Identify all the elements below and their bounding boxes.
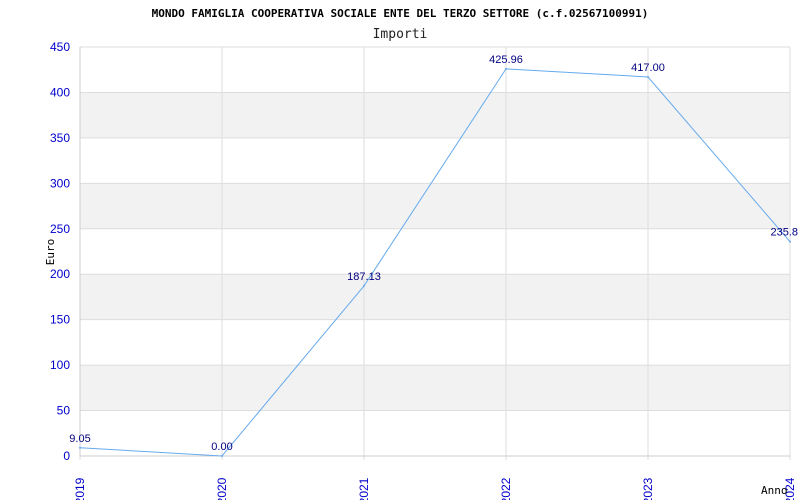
data-label: 0.00 <box>211 441 232 453</box>
grid-band <box>80 183 790 229</box>
x-axis-ticks: 2019 2020 2021 2022 2023 2024 <box>73 477 797 500</box>
chart-title: MONDO FAMIGLIA COOPERATIVA SOCIALE ENTE … <box>152 7 649 20</box>
data-label: 187.13 <box>347 271 381 283</box>
y-tick-label: 0 <box>63 449 70 463</box>
x-tick-label: 2021 <box>357 477 371 500</box>
data-point <box>363 284 365 287</box>
x-axis-label: Anno <box>761 484 788 497</box>
x-tick-label: 2020 <box>215 477 229 500</box>
x-tick-label: 2019 <box>73 477 87 500</box>
line-chart: MONDO FAMIGLIA COOPERATIVA SOCIALE ENTE … <box>44 7 798 500</box>
data-point <box>79 446 81 449</box>
y-tick-label: 400 <box>50 85 70 99</box>
data-label: 235.8 <box>770 227 798 239</box>
grid-band <box>80 365 790 411</box>
data-point <box>789 240 791 243</box>
grid-bands <box>80 92 790 411</box>
data-point <box>221 455 223 457</box>
y-tick-label: 100 <box>50 358 70 372</box>
y-tick-label: 350 <box>50 131 70 145</box>
y-tick-label: 200 <box>50 267 70 281</box>
data-point <box>647 75 649 78</box>
y-tick-label: 50 <box>57 404 71 418</box>
data-label: 425.96 <box>489 54 523 66</box>
grid-band <box>80 274 790 320</box>
data-point <box>505 67 507 70</box>
chart-subtitle: Importi <box>373 27 428 42</box>
y-tick-label: 250 <box>50 222 70 236</box>
data-label: 9.05 <box>69 433 90 445</box>
y-tick-label: 450 <box>50 40 70 54</box>
grid-band <box>80 92 790 138</box>
y-axis-label: Euro <box>44 239 57 266</box>
x-tick-label: 2023 <box>641 477 655 500</box>
y-tick-label: 300 <box>50 176 70 190</box>
y-tick-label: 150 <box>50 313 70 327</box>
data-label: 417.00 <box>631 62 665 74</box>
x-tick-label: 2022 <box>499 477 513 500</box>
